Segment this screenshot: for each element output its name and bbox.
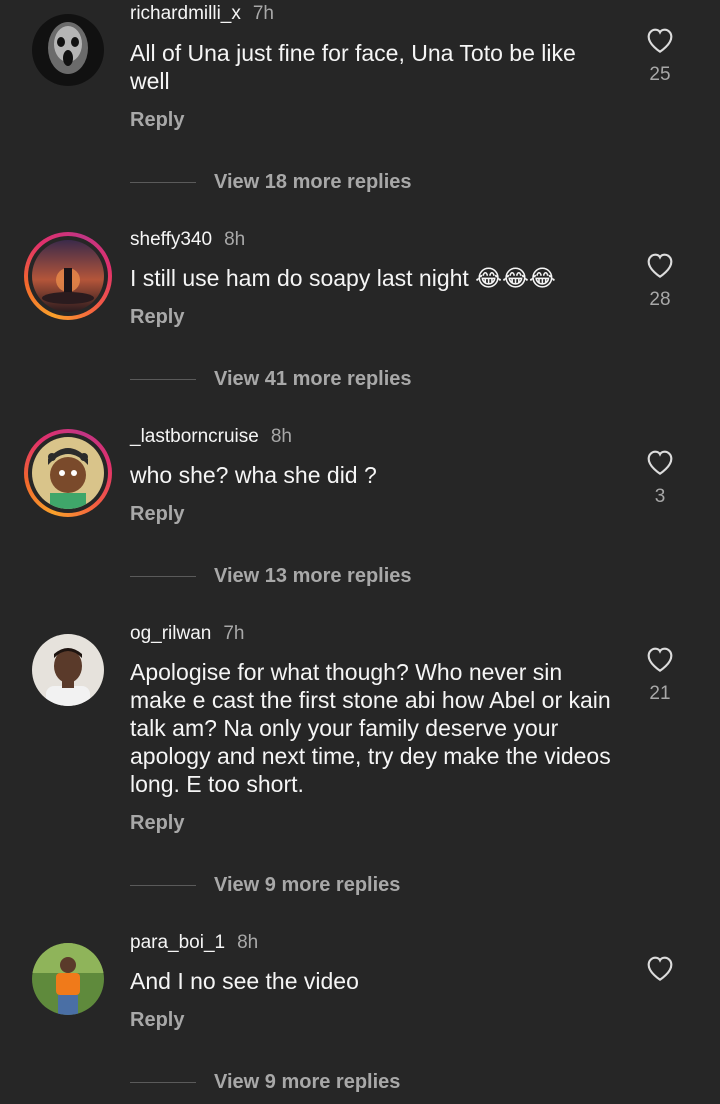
replies-divider [130, 576, 196, 577]
like-column: 3 [628, 446, 692, 508]
replies-divider [130, 885, 196, 886]
heart-icon[interactable] [644, 643, 676, 673]
reply-button[interactable]: Reply [130, 109, 184, 132]
comment-timestamp: 8h [270, 426, 292, 447]
orange-shirt-avatar-icon [32, 943, 104, 1015]
comment-timestamp: 8h [224, 229, 246, 250]
heart-icon[interactable] [644, 24, 676, 54]
cartoon-avatar-icon [32, 437, 104, 509]
reply-button[interactable]: Reply [130, 503, 184, 526]
view-replies-label: View 9 more replies [214, 874, 401, 896]
comment-username[interactable]: og_rilwan [130, 623, 211, 645]
heart-icon[interactable] [644, 249, 676, 279]
like-column: 25 [628, 24, 692, 86]
replies-divider [130, 1082, 196, 1083]
like-count: 28 [649, 289, 671, 310]
comment-username[interactable]: _lastborncruise [130, 426, 259, 448]
avatar[interactable] [24, 6, 112, 94]
replies-divider [130, 182, 196, 183]
view-replies-button[interactable]: View 13 more replies [130, 565, 412, 588]
reply-button[interactable]: Reply [130, 1009, 184, 1032]
comment-username[interactable]: richardmilli_x [130, 3, 241, 25]
comment-text: And I no see the video [130, 968, 359, 994]
comment-username[interactable]: para_boi_1 [130, 932, 225, 954]
comment-timestamp: 8h [237, 932, 259, 953]
view-replies-label: View 13 more replies [214, 565, 412, 587]
like-column: 21 [628, 643, 692, 705]
man-portrait-avatar-icon [32, 634, 104, 706]
avatar[interactable] [24, 429, 112, 517]
heart-icon[interactable] [644, 952, 676, 982]
comment-username[interactable]: sheffy340 [130, 229, 212, 251]
like-count: 3 [654, 486, 666, 507]
comment-text: All of Una just fine for face, Una Toto … [130, 40, 576, 94]
sunset-figure-avatar-icon [32, 240, 104, 312]
comment-text: who she? wha she did ? [130, 462, 377, 488]
comment-text: I still use ham do soapy last night 😂😂😂 [130, 265, 556, 291]
view-replies-button[interactable]: View 18 more replies [130, 171, 412, 194]
like-count: 25 [649, 64, 671, 85]
heart-icon[interactable] [644, 446, 676, 476]
comment-text: Apologise for what though? Who never sin… [130, 659, 611, 797]
comment-timestamp: 7h [223, 623, 245, 644]
avatar[interactable] [24, 626, 112, 714]
reply-button[interactable]: Reply [130, 306, 184, 329]
like-count: 21 [649, 683, 671, 704]
view-replies-label: View 9 more replies [214, 1071, 401, 1093]
like-column: 28 [628, 249, 692, 311]
comment-timestamp: 7h [252, 3, 274, 24]
avatar[interactable] [24, 232, 112, 320]
reply-button[interactable]: Reply [130, 812, 184, 835]
replies-divider [130, 379, 196, 380]
view-replies-button[interactable]: View 41 more replies [130, 368, 412, 391]
view-replies-label: View 41 more replies [214, 368, 412, 390]
view-replies-button[interactable]: View 9 more replies [130, 874, 400, 897]
view-replies-label: View 18 more replies [214, 171, 412, 193]
like-column [628, 952, 692, 992]
dark-skull-avatar-icon [32, 14, 104, 86]
avatar[interactable] [24, 935, 112, 1023]
view-replies-button[interactable]: View 9 more replies [130, 1071, 400, 1094]
